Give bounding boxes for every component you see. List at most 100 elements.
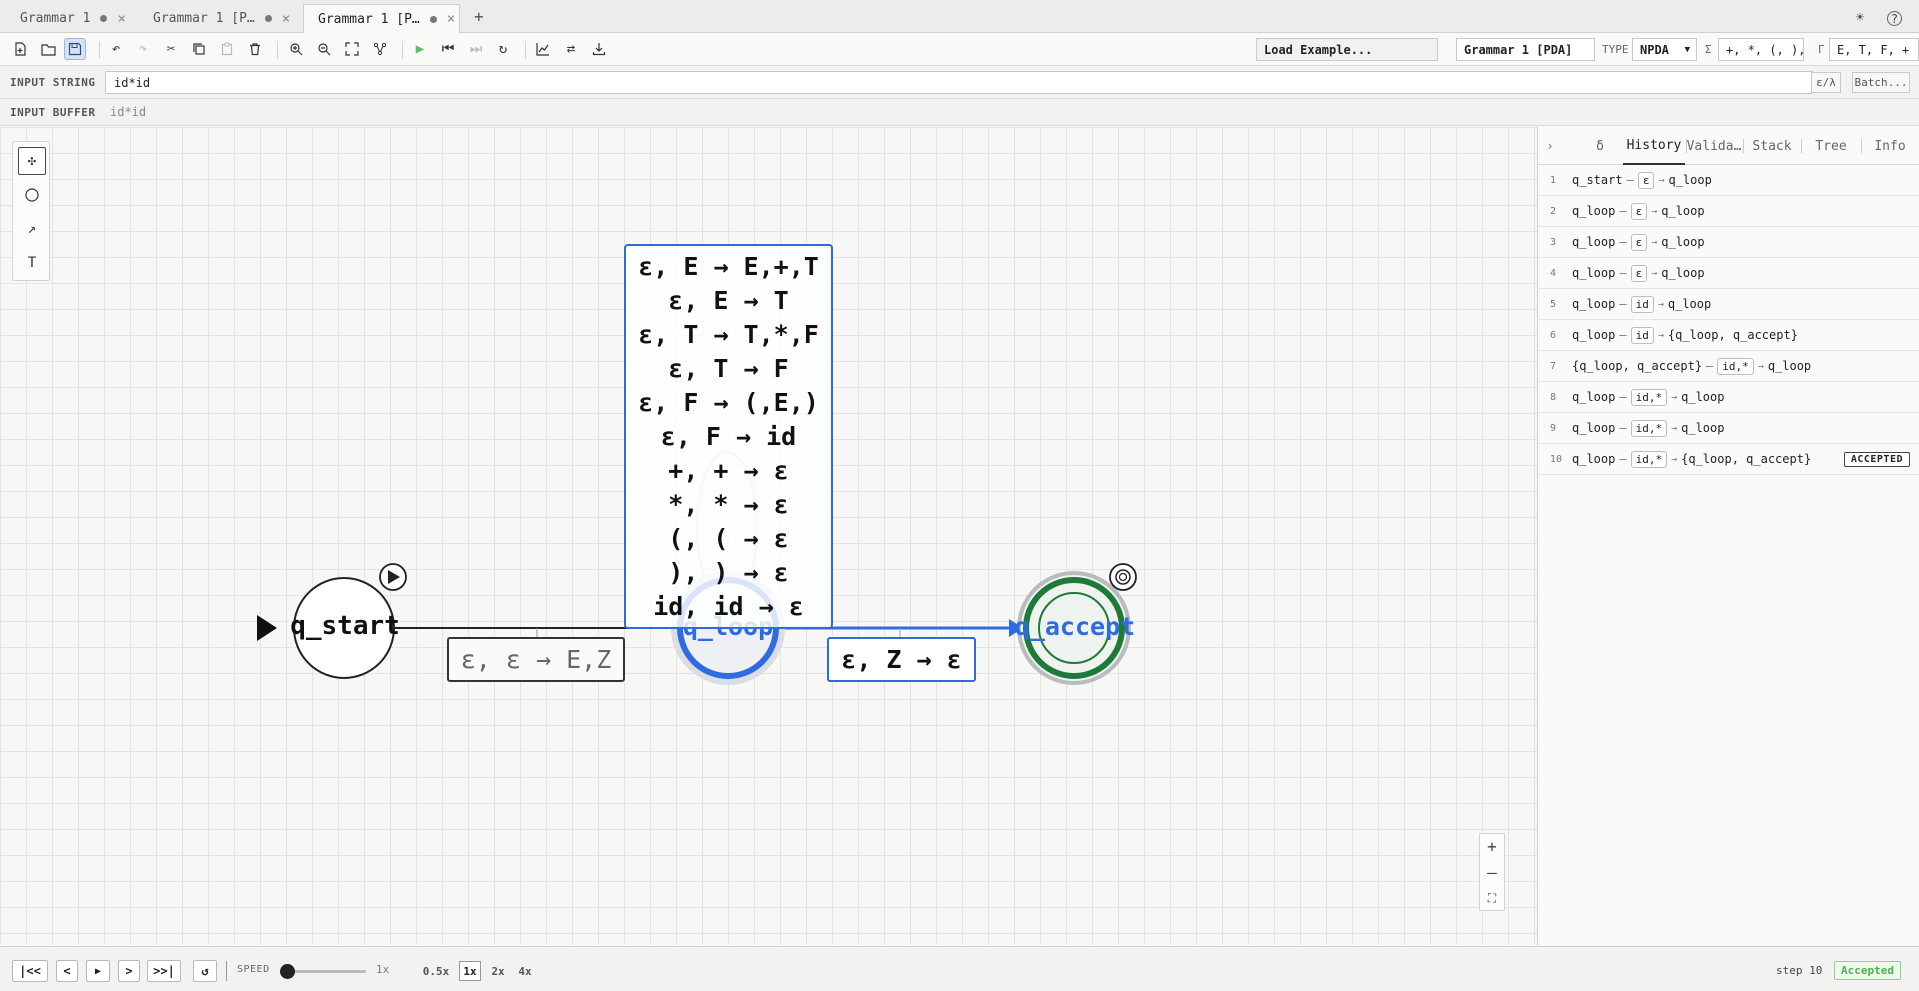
jump-last-button[interactable]: >>|: [147, 960, 181, 982]
new-file-icon[interactable]: [9, 38, 31, 60]
cut-icon[interactable]: ✂: [160, 38, 182, 60]
type-select[interactable]: NPDA ▼: [1632, 38, 1697, 61]
stack-alphabet-field[interactable]: E, T, F, +: [1829, 38, 1919, 61]
tab-validation[interactable]: Valida…: [1686, 127, 1742, 165]
play-button[interactable]: ▶: [86, 960, 110, 982]
speed-1x-button[interactable]: 1x: [459, 961, 481, 981]
zoom-in-icon[interactable]: [285, 38, 307, 60]
accept-badge-icon: [1109, 563, 1137, 591]
history-symbol-chip: id,*: [1630, 419, 1668, 437]
arrow-right-icon: →: [1671, 453, 1678, 465]
tab-stack[interactable]: Stack: [1744, 127, 1800, 165]
arrow-right-icon: →: [1651, 205, 1658, 217]
collapse-panel-icon[interactable]: ›: [1538, 127, 1562, 165]
open-folder-icon[interactable]: [37, 38, 59, 60]
jump-first-button[interactable]: |<<: [12, 960, 48, 982]
history-row[interactable]: 1 q_start – ε → q_loop: [1538, 165, 1919, 196]
convert-icon[interactable]: ⇄: [560, 38, 582, 60]
load-example-dropdown[interactable]: Load Example...: [1256, 38, 1438, 61]
fit-view-icon[interactable]: [341, 38, 363, 60]
step-forward-icon[interactable]: ⏭: [465, 38, 487, 60]
delete-trash-icon[interactable]: [244, 38, 266, 60]
step-next-button[interactable]: >: [118, 960, 140, 982]
history-row[interactable]: 8 q_loop – id,* → q_loop: [1538, 382, 1919, 413]
speed-4x-button[interactable]: 4x: [514, 961, 536, 981]
tab-grammar-1-p[interactable]: Grammar 1 [P… ×: [139, 4, 299, 33]
step-back-icon[interactable]: ⏮: [437, 38, 459, 60]
self-loop-rule: ε, F → id: [660, 422, 797, 451]
history-symbol-chip: id: [1630, 326, 1654, 344]
history-symbol-chip: id,*: [1717, 357, 1754, 375]
history-from-state: q_loop: [1572, 328, 1616, 342]
transition-label-loop-to-accept[interactable]: ε, Z → ε: [827, 637, 976, 682]
reset-icon[interactable]: ↻: [492, 38, 514, 60]
copy-icon[interactable]: [188, 38, 210, 60]
history-row[interactable]: 3 q_loop – ε → q_loop: [1538, 227, 1919, 258]
initial-state-arrow: [257, 615, 277, 641]
history-to-state: q_loop: [1661, 204, 1705, 218]
automaton-canvas[interactable]: ✣ ↗ T q_start q_accept ε, ε → E,Z ε, Z →…: [0, 127, 1537, 945]
speed-slider[interactable]: [280, 964, 366, 979]
paste-icon[interactable]: [216, 38, 238, 60]
tab-tree[interactable]: Tree: [1802, 127, 1860, 165]
history-row[interactable]: 7 {q_loop, q_accept} – id,* → q_loop: [1538, 351, 1919, 382]
history-row[interactable]: 9 q_loop – id,* → q_loop: [1538, 413, 1919, 444]
history-row[interactable]: 4 q_loop – ε → q_loop: [1538, 258, 1919, 289]
history-row[interactable]: 6 q_loop – id → {q_loop, q_accept}: [1538, 320, 1919, 351]
step-prev-button[interactable]: <: [56, 960, 78, 982]
speed-slider-thumb[interactable]: [280, 964, 295, 979]
history-from-state: q_loop: [1572, 390, 1616, 404]
unsaved-dot-icon: [264, 15, 272, 22]
history-row[interactable]: 5 q_loop – id → q_loop: [1538, 289, 1919, 320]
history-from-state: q_start: [1572, 173, 1623, 187]
self-loop-rule: ), ) → ε: [668, 558, 789, 587]
history-row[interactable]: 10 q_loop – id,* → {q_loop, q_accept} ACCEPTED: [1538, 444, 1919, 475]
transition-label-start-to-loop[interactable]: ε, ε → E,Z: [447, 637, 625, 682]
epsilon-insert-button[interactable]: ε/λ: [1811, 72, 1841, 93]
input-buffer-label: INPUT BUFFER: [10, 106, 96, 119]
close-icon[interactable]: ×: [117, 11, 125, 27]
run-play-icon[interactable]: ▶: [409, 38, 431, 60]
transition-label-self-loop[interactable]: ε, E → E,+,T ε, E → T ε, T → T,*,F ε, T → F…: [624, 244, 833, 629]
close-icon[interactable]: ×: [447, 11, 455, 27]
zoom-minus-icon[interactable]: –: [1480, 860, 1504, 885]
history-step-number: 6: [1550, 329, 1557, 341]
dash-icon: –: [1619, 204, 1627, 218]
zoom-plus-icon[interactable]: +: [1480, 834, 1504, 859]
history-row[interactable]: 2 q_loop – ε → q_loop: [1538, 196, 1919, 227]
tab-label: Grammar 1 [P…: [153, 11, 255, 26]
save-icon[interactable]: [64, 38, 86, 60]
machine-name-input[interactable]: Grammar 1 [PDA]: [1456, 38, 1595, 61]
state-label-q-start[interactable]: q_start: [290, 611, 400, 641]
zoom-fit-icon[interactable]: ⛶: [1480, 886, 1504, 911]
reset-playback-button[interactable]: ↺: [193, 960, 217, 982]
state-label-q-accept[interactable]: q_accept: [1014, 612, 1136, 641]
playback-bar: |<< < ▶ > >>| ↺ SPEED 1x 0.5x 1x 2x 4x s…: [0, 946, 1919, 991]
undo-icon[interactable]: ↶: [105, 38, 127, 60]
tab-info[interactable]: Info: [1861, 127, 1919, 165]
help-icon[interactable]: ?: [1887, 11, 1902, 26]
speed-0-5x-button[interactable]: 0.5x: [420, 961, 452, 981]
theme-sun-icon[interactable]: ☀: [1851, 9, 1869, 27]
export-download-icon[interactable]: [588, 38, 610, 60]
speed-2x-button[interactable]: 2x: [487, 961, 509, 981]
input-string-field[interactable]: id*id: [105, 71, 1813, 94]
close-icon[interactable]: ×: [282, 11, 290, 27]
chart-icon[interactable]: [532, 38, 554, 60]
history-to-state: q_loop: [1681, 421, 1725, 435]
redo-icon[interactable]: ↷: [132, 38, 154, 60]
batch-button[interactable]: Batch...: [1852, 72, 1910, 93]
history-to-state: q_loop: [1667, 297, 1712, 311]
tab-history[interactable]: History: [1623, 127, 1685, 165]
tab-grammar-1-pda-active[interactable]: Grammar 1 [P… ×: [303, 4, 460, 33]
arrow-right-icon: →: [1658, 174, 1665, 186]
arrow-right-icon: →: [1657, 298, 1664, 310]
zoom-out-icon[interactable]: [313, 38, 335, 60]
input-string-label: INPUT STRING: [10, 76, 96, 89]
auto-layout-icon[interactable]: [369, 38, 391, 60]
new-tab-button[interactable]: +: [474, 7, 484, 26]
tab-delta[interactable]: δ: [1572, 127, 1628, 165]
arrow-right-icon: →: [1757, 360, 1764, 372]
input-alphabet-field[interactable]: +, *, (, ),: [1718, 38, 1804, 61]
tab-grammar-1[interactable]: Grammar 1 ×: [6, 4, 146, 33]
